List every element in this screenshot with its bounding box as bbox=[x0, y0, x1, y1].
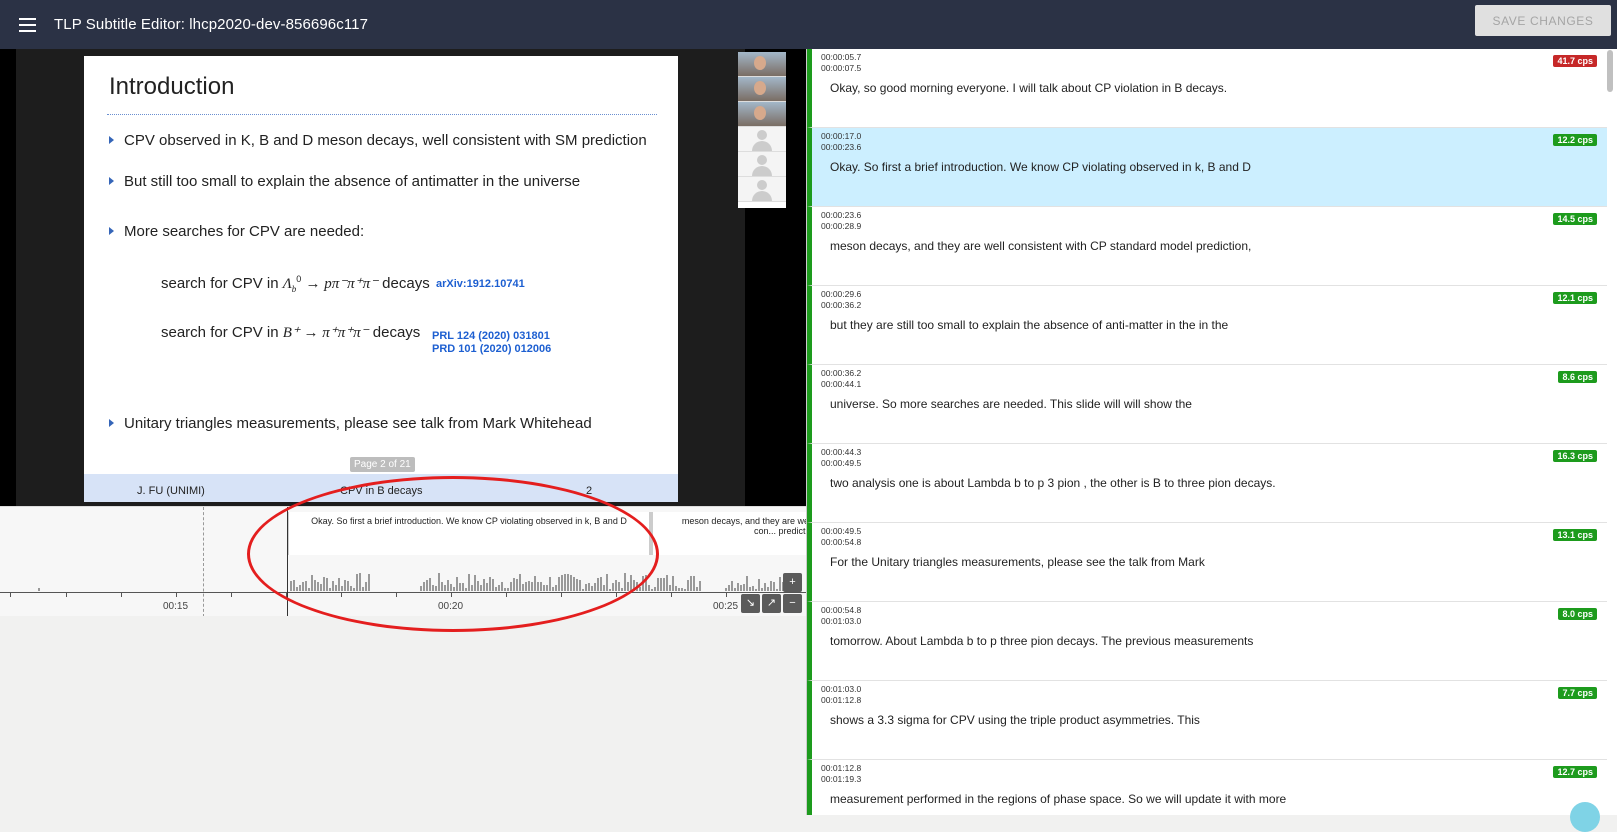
end-time[interactable]: 00:00:36.2 bbox=[821, 300, 861, 310]
end-time[interactable]: 00:00:44.1 bbox=[821, 379, 861, 389]
subtitle-item[interactable]: 00:00:05.7 00:00:07.5 41.7 cps Okay, so goo… bbox=[807, 49, 1607, 128]
slide-bullet: Unitary triangles measurements, please s… bbox=[109, 415, 592, 432]
presentation-slide: Introduction CPV observed in K, B and D … bbox=[84, 56, 678, 502]
subtitle-item[interactable]: 00:00:49.5 00:00:54.8 13.1 cps For the Unit… bbox=[807, 523, 1607, 602]
bullet-icon bbox=[109, 177, 114, 185]
subtitle-item[interactable]: 00:01:12.8 00:01:19.3 12.7 cps measurement … bbox=[807, 760, 1607, 815]
end-time[interactable]: 00:00:49.5 bbox=[821, 458, 861, 468]
start-time[interactable]: 00:00:29.6 bbox=[821, 289, 861, 299]
subtitle-text[interactable]: tomorrow. About Lambda b to p three pion… bbox=[830, 634, 1253, 648]
cps-badge: 12.1 cps bbox=[1553, 292, 1597, 304]
participant-video bbox=[738, 77, 786, 102]
cps-badge: 12.2 cps bbox=[1553, 134, 1597, 146]
start-time[interactable]: 00:00:05.7 bbox=[821, 52, 861, 62]
slide-bullet: CPV observed in K, B and D meson decays,… bbox=[109, 132, 647, 149]
subtitle-item[interactable]: 00:00:54.8 00:01:03.0 8.0 cps tomorrow. Abo… bbox=[807, 602, 1607, 681]
participant-avatar-icon bbox=[738, 177, 786, 202]
end-time[interactable]: 00:00:54.8 bbox=[821, 537, 861, 547]
cps-badge: 13.1 cps bbox=[1553, 529, 1597, 541]
axis-tick bbox=[726, 592, 727, 597]
slide-bullet: More searches for CPV are needed: bbox=[109, 223, 364, 240]
zoom-out-icon[interactable]: − bbox=[783, 594, 802, 613]
subtitle-text[interactable]: Okay. So first a brief introduction. We … bbox=[830, 160, 1251, 174]
cps-badge: 12.7 cps bbox=[1553, 766, 1597, 778]
subtitle-item[interactable]: 00:00:29.6 00:00:36.2 12.1 cps but they are… bbox=[807, 286, 1607, 365]
start-time[interactable]: 00:01:12.8 bbox=[821, 763, 861, 773]
start-time[interactable]: 00:00:49.5 bbox=[821, 526, 861, 536]
slide-reference: PRD 101 (2020) 012006 bbox=[432, 343, 552, 355]
subtitle-text[interactable]: meson decays, and they are well consiste… bbox=[830, 239, 1251, 253]
participant-video bbox=[738, 52, 786, 77]
axis-tick bbox=[671, 592, 672, 597]
end-time[interactable]: 00:01:03.0 bbox=[821, 616, 861, 626]
participant-video bbox=[738, 102, 786, 127]
bullet-icon bbox=[109, 419, 114, 427]
hover-cursor-line bbox=[203, 507, 204, 616]
axis-label: 00:15 bbox=[163, 601, 189, 612]
subtitle-text[interactable]: shows a 3.3 sigma for CPV using the trip… bbox=[830, 713, 1200, 727]
cps-badge: 8.0 cps bbox=[1558, 608, 1597, 620]
cps-badge: 41.7 cps bbox=[1553, 55, 1597, 67]
settings-fab-icon[interactable] bbox=[1570, 802, 1600, 832]
app-title: TLP Subtitle Editor: lhcp2020-dev-856696… bbox=[54, 16, 369, 33]
end-time[interactable]: 00:00:23.6 bbox=[821, 142, 861, 152]
start-time[interactable]: 00:00:36.2 bbox=[821, 368, 861, 378]
end-time[interactable]: 00:01:12.8 bbox=[821, 695, 861, 705]
zoom-in-icon[interactable]: + bbox=[783, 573, 802, 592]
slide-reference: PRL 124 (2020) 031801 bbox=[432, 330, 550, 342]
scrollbar[interactable] bbox=[1607, 50, 1613, 92]
axis-tick bbox=[176, 592, 177, 597]
slide-divider bbox=[107, 114, 657, 115]
end-time[interactable]: 00:01:19.3 bbox=[821, 774, 861, 784]
cps-badge: 8.6 cps bbox=[1558, 371, 1597, 383]
axis-tick bbox=[121, 592, 122, 597]
annotation-ellipse bbox=[247, 476, 659, 632]
footer-author: J. FU (UNIMI) bbox=[137, 485, 205, 497]
slide-reference: arXiv:1912.10741 bbox=[436, 278, 525, 290]
start-time[interactable]: 00:01:03.0 bbox=[821, 684, 861, 694]
subtitle-item[interactable]: 00:00:36.2 00:00:44.1 8.6 cps universe. So … bbox=[807, 365, 1607, 444]
slide-bullet: But still too small to explain the absen… bbox=[109, 173, 580, 190]
trend-up-icon[interactable]: ↗ bbox=[762, 594, 781, 613]
bullet-icon bbox=[109, 227, 114, 235]
cps-badge: 7.7 cps bbox=[1558, 687, 1597, 699]
slide-formula: search for CPV in B⁺ → π⁺π⁺π⁻ decays bbox=[161, 324, 421, 341]
subtitle-item[interactable]: 00:00:44.3 00:00:49.5 16.3 cps two analysis… bbox=[807, 444, 1607, 523]
trend-down-icon[interactable]: ↘ bbox=[741, 594, 760, 613]
start-time[interactable]: 00:00:23.6 bbox=[821, 210, 861, 220]
bullet-icon bbox=[109, 136, 114, 144]
axis-tick bbox=[231, 592, 232, 597]
slide-formula: search for CPV in Λb0 → pπ⁻π⁺π⁻ decays bbox=[161, 274, 430, 294]
subtitle-text[interactable]: but they are still too small to explain … bbox=[830, 318, 1228, 332]
subtitle-item[interactable]: 00:00:17.0 00:00:23.6 12.2 cps Okay. So fir… bbox=[807, 128, 1607, 207]
cps-badge: 16.3 cps bbox=[1553, 450, 1597, 462]
subtitle-text[interactable]: two analysis one is about Lambda b to p … bbox=[830, 476, 1276, 490]
subtitle-item[interactable]: 00:00:23.6 00:00:28.9 14.5 cps meson decays… bbox=[807, 207, 1607, 286]
end-time[interactable]: 00:00:28.9 bbox=[821, 221, 861, 231]
slide-title: Introduction bbox=[109, 73, 235, 100]
subtitle-text[interactable]: universe. So more searches are needed. T… bbox=[830, 397, 1192, 411]
axis-label: 00:25 bbox=[713, 601, 739, 612]
participant-cameras bbox=[738, 52, 786, 208]
app-bar: TLP Subtitle Editor: lhcp2020-dev-856696… bbox=[0, 0, 1617, 49]
participant-avatar-icon bbox=[738, 127, 786, 152]
start-time[interactable]: 00:00:44.3 bbox=[821, 447, 861, 457]
subtitle-text[interactable]: Okay, so good morning everyone. I will t… bbox=[830, 81, 1227, 95]
subtitle-text[interactable]: measurement performed in the regions of … bbox=[830, 792, 1286, 806]
cps-badge: 14.5 cps bbox=[1553, 213, 1597, 225]
timeline-cue[interactable]: meson decays, and they are well con... p… bbox=[651, 512, 806, 555]
axis-tick bbox=[10, 592, 11, 597]
menu-icon[interactable] bbox=[0, 0, 54, 49]
axis-tick bbox=[66, 592, 67, 597]
subtitle-text[interactable]: For the Unitary triangles measurements, … bbox=[830, 555, 1205, 569]
participant-avatar-icon bbox=[738, 152, 786, 177]
end-time[interactable]: 00:00:07.5 bbox=[821, 63, 861, 73]
save-changes-button[interactable]: SAVE CHANGES bbox=[1475, 5, 1611, 36]
page-badge: Page 2 of 21 bbox=[350, 457, 415, 472]
subtitle-list[interactable]: 00:00:05.7 00:00:07.5 41.7 cps Okay, so goo… bbox=[806, 49, 1617, 815]
subtitle-item[interactable]: 00:01:03.0 00:01:12.8 7.7 cps shows a 3.3 s… bbox=[807, 681, 1607, 760]
start-time[interactable]: 00:00:54.8 bbox=[821, 605, 861, 615]
start-time[interactable]: 00:00:17.0 bbox=[821, 131, 861, 141]
